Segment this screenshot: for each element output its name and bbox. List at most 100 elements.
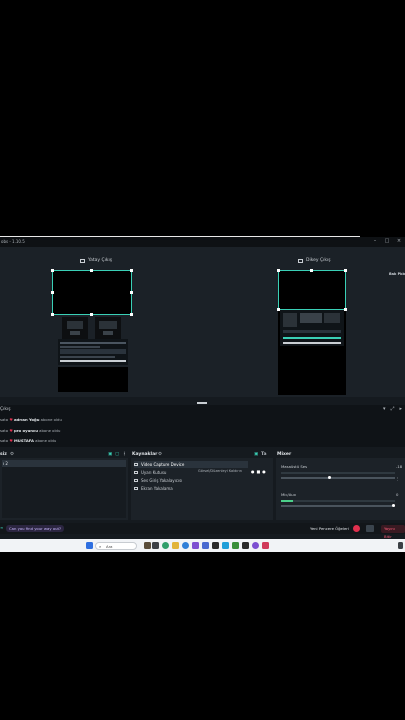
close-icon[interactable]: × <box>395 239 403 244</box>
os-taskbar: ⌕ Ara <box>0 539 405 552</box>
chat-message: sato ♥ adrıan Yoğu abone oldu <box>0 417 62 422</box>
gear-icon[interactable]: ⚙ <box>158 452 162 457</box>
scenes-title: siz <box>0 452 7 457</box>
app-icon[interactable] <box>252 542 259 549</box>
resize-handle[interactable] <box>90 269 93 272</box>
app-icon[interactable] <box>212 542 219 549</box>
settings-dot-icon[interactable]: ● <box>262 468 266 475</box>
visibility-icon[interactable]: ● <box>251 468 255 475</box>
sources-dock: Kaynaklar ⚙ ▣ Ta Video Capture Device Gö… <box>131 450 273 520</box>
filter-icon[interactable]: ▾ <box>383 406 386 412</box>
app-icon[interactable] <box>222 542 229 549</box>
heart-icon: ♥ <box>9 438 13 443</box>
mixer-title: Mixer <box>277 452 292 457</box>
resize-handle[interactable] <box>310 269 313 272</box>
settings-icon[interactable] <box>366 525 374 532</box>
preview-area: Yatay Çıkış Dikey Çıkış Bak Pkb <box>0 247 405 397</box>
source-item-audio-input[interactable]: Ses Giriş Yakalayıcısı <box>134 477 182 484</box>
title-bar: obs - 1.10.5 – □ × <box>0 237 405 247</box>
chat-title: Çıkış <box>0 407 11 412</box>
scene-list: ı 2 <box>2 460 126 518</box>
mixer-dock: Mixer Masaüstü Ses -18 ⋮ Mic/Aux 0 <box>276 450 405 520</box>
window-icon <box>134 471 138 474</box>
tray-icon[interactable] <box>398 542 403 549</box>
skip-icon[interactable]: ▸ <box>399 406 402 412</box>
source-context-hint: Görsel/Düzenleyi Kaldırın <box>198 469 242 473</box>
horizontal-canvas-label: Yatay Çıkış <box>80 258 112 263</box>
app-icon[interactable] <box>262 542 269 549</box>
obs-icon[interactable] <box>242 542 249 549</box>
source-item-alert-box[interactable]: Uyarı Kutusu <box>134 469 166 476</box>
resize-handle[interactable] <box>130 291 133 294</box>
camera-icon <box>134 463 138 466</box>
app-icon[interactable] <box>232 542 239 549</box>
status-bar: ∞ Can you find your way out? Yeni Pencer… <box>0 523 405 539</box>
desk-thumbnail <box>95 317 121 339</box>
resize-handle[interactable] <box>51 269 54 272</box>
app-icon[interactable] <box>202 542 209 549</box>
volume-slider-knob[interactable] <box>392 504 395 507</box>
audio-meter <box>281 472 395 474</box>
selection-box[interactable] <box>52 270 132 315</box>
lock-icon[interactable]: ■ <box>257 468 261 475</box>
right-panel-link[interactable]: Bak Pkb <box>389 272 405 276</box>
source-item-video-capture[interactable]: Video Capture Device <box>134 461 248 468</box>
resize-handle[interactable] <box>277 269 280 272</box>
obs-window: obs - 1.10.5 – □ × Yatay Çıkış Dikey Çık… <box>0 237 405 552</box>
heart-icon: ♥ <box>9 417 13 422</box>
selection-box[interactable] <box>278 270 346 310</box>
mixer-channel-name: Mic/Aux <box>281 492 296 497</box>
browser-icon[interactable] <box>162 542 169 549</box>
resize-handle[interactable] <box>344 308 347 311</box>
vertical-canvas-label: Dikey Çıkış <box>298 258 331 263</box>
edge-icon[interactable] <box>182 542 189 549</box>
resize-handle[interactable] <box>51 313 54 316</box>
add-source-icon[interactable]: ▣ <box>254 452 258 457</box>
gear-icon[interactable]: ⚙ <box>10 452 14 457</box>
folder-icon[interactable] <box>172 542 179 549</box>
scene-layout-icon[interactable]: ▢ <box>115 452 119 457</box>
record-icon[interactable] <box>353 525 360 532</box>
chat-panel: Çıkış ▾ ⤢ ▸ sato ♥ adrıan Yoğu abone old… <box>0 405 405 447</box>
chat-message: sato ♥ pro oyuncu abone oldu <box>0 428 61 433</box>
monitor-icon <box>298 258 303 263</box>
add-scene-icon[interactable]: ▣ <box>108 452 112 457</box>
resize-handle[interactable] <box>344 269 347 272</box>
monitor-icon <box>134 487 138 490</box>
mic-icon <box>134 479 138 482</box>
minimize-icon[interactable]: – <box>371 239 379 244</box>
resize-handle[interactable] <box>90 313 93 316</box>
volume-slider[interactable] <box>281 477 395 479</box>
mute-icon[interactable]: ⋮ <box>396 476 400 481</box>
webcam-thumbnail <box>62 317 88 339</box>
app-icon[interactable] <box>144 542 151 549</box>
monitor-icon <box>80 258 85 263</box>
screen-capture-source[interactable] <box>58 339 128 365</box>
mixer-channel-name: Masaüstü Ses <box>281 464 308 469</box>
volume-slider[interactable] <box>281 505 395 507</box>
chat-message: sato ♥ MUSTAFA abone oldu <box>0 438 57 443</box>
resize-handle[interactable] <box>130 313 133 316</box>
taskbar-search[interactable]: ⌕ Ara <box>95 541 137 550</box>
search-icon: ⌕ <box>99 543 102 549</box>
popout-icon[interactable]: ⤢ <box>390 406 394 412</box>
resize-handle[interactable] <box>51 291 54 294</box>
mixer-channel-db: -18 <box>396 464 403 469</box>
stop-stream-button[interactable]: Yayını Bitir <box>381 524 405 539</box>
source-item-screen-capture[interactable]: Ekran Yakalama <box>134 485 173 492</box>
app-icon[interactable] <box>192 542 199 549</box>
resize-handle[interactable] <box>130 269 133 272</box>
app-icon[interactable] <box>152 542 159 549</box>
window-title: obs - 1.10.5 <box>1 239 25 244</box>
scene-item[interactable]: ı 2 <box>2 460 126 467</box>
mixer-channel-db: 0 <box>396 492 399 497</box>
new-window-items-label[interactable]: Yeni Pencere Öğeleri <box>310 526 349 531</box>
maximize-icon[interactable]: □ <box>383 239 391 244</box>
volume-slider-knob[interactable] <box>328 476 331 479</box>
more-icon[interactable]: ⋮ <box>122 452 127 457</box>
start-icon[interactable] <box>86 542 93 549</box>
source-tooltip: Ta <box>261 452 267 457</box>
panel-splitter[interactable] <box>197 402 207 404</box>
horizontal-canvas-blank <box>58 367 128 392</box>
status-prompt[interactable]: Can you find your way out? <box>6 524 65 532</box>
